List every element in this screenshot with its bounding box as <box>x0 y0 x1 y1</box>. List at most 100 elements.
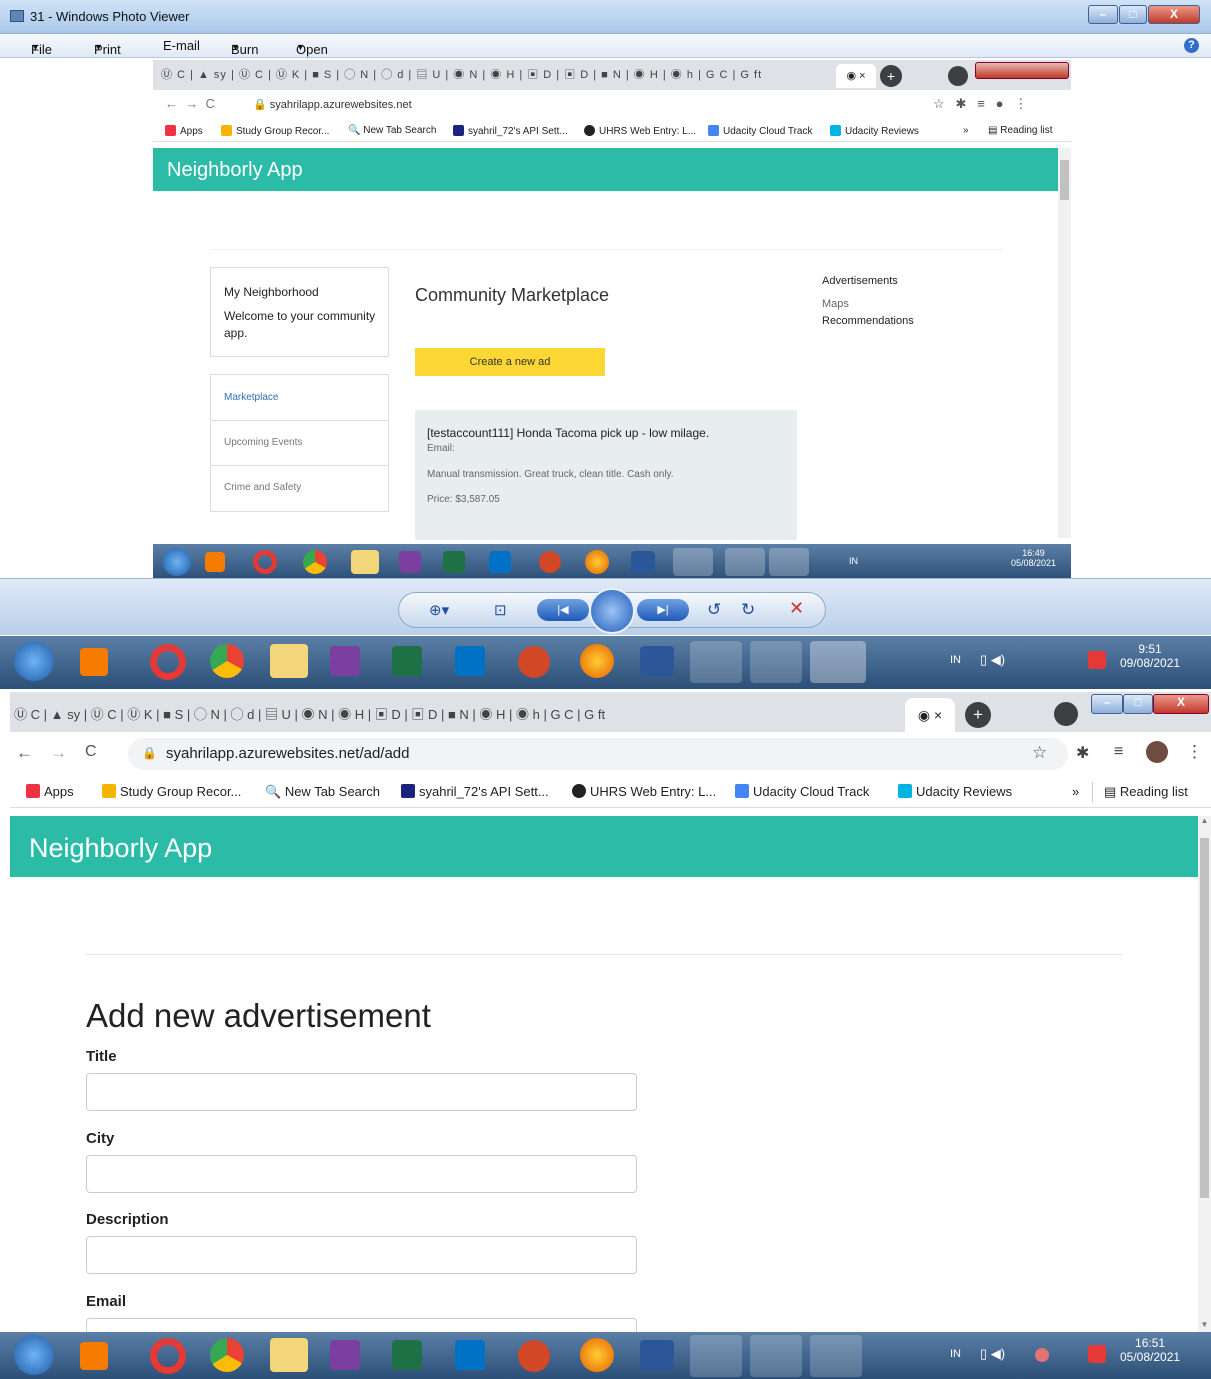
close-button[interactable]: X <box>1148 5 1200 24</box>
delete-icon[interactable]: ✕ <box>789 598 804 619</box>
address-bar[interactable]: 🔒 syahrilapp.azurewebsites.net/ad/add ☆ <box>128 738 1068 770</box>
taskbar-outlook-icon[interactable] <box>455 646 485 676</box>
taskbar-tray-icons[interactable]: ▯ ◀) <box>980 1346 1005 1362</box>
taskbar-opera-icon[interactable] <box>150 644 186 680</box>
back-icon[interactable]: ← <box>16 743 33 763</box>
embedded-outlook-icon <box>489 551 511 573</box>
bookmark-star-icon[interactable]: ☆ <box>1032 743 1047 763</box>
bookmark-study-group[interactable]: Study Group Recor... <box>102 784 241 799</box>
taskbar-powerpoint-icon[interactable] <box>518 1340 550 1372</box>
browser-minimize-button[interactable]: – <box>1091 694 1123 714</box>
bookmark-apps[interactable]: Apps <box>26 784 74 799</box>
taskbar-firefox-icon[interactable] <box>580 644 614 678</box>
taskbar-vscode-icon[interactable] <box>810 1335 862 1377</box>
city-input[interactable] <box>86 1155 637 1193</box>
actual-size-icon[interactable]: ⊡ <box>494 601 507 619</box>
email-input[interactable] <box>86 1318 637 1332</box>
taskbar-onenote-icon[interactable] <box>330 646 360 676</box>
forward-icon[interactable]: → <box>50 743 67 763</box>
taskbar-word-icon[interactable] <box>640 646 674 676</box>
bookmark-new-tab-search[interactable]: 🔍 New Tab Search <box>265 784 380 800</box>
taskbar-app-icon-1[interactable] <box>80 1342 108 1370</box>
taskbar-excel-icon[interactable] <box>392 1340 422 1370</box>
taskbar-powerpoint-icon[interactable] <box>518 646 550 678</box>
title-input[interactable] <box>86 1073 637 1111</box>
page-scrollbar[interactable]: ▲ ▼ <box>1198 816 1211 1332</box>
start-button[interactable] <box>14 1335 54 1375</box>
description-input[interactable] <box>86 1236 637 1274</box>
profile-icon[interactable] <box>1054 702 1078 726</box>
taskbar-outlook-icon[interactable] <box>455 1340 485 1370</box>
taskbar-chrome-icon[interactable] <box>210 1338 244 1372</box>
taskbar-chrome-icon[interactable] <box>210 644 244 678</box>
taskbar-app-icon-1[interactable] <box>80 648 108 676</box>
taskbar-notification-icon[interactable] <box>1035 1348 1049 1362</box>
minimize-button[interactable]: – <box>1088 5 1118 24</box>
embedded-listing-email: Email: <box>427 443 455 454</box>
menu-email[interactable]: E-mail <box>163 38 200 53</box>
browser-close-button[interactable]: X <box>1153 694 1209 714</box>
taskbar-clock[interactable]: 9:51 09/08/2021 <box>1120 642 1180 670</box>
taskbar-lang[interactable]: IN <box>950 1348 961 1360</box>
bookmark-api-settings[interactable]: syahril_72's API Sett... <box>401 784 549 799</box>
active-tab[interactable]: ◉ × <box>905 698 955 732</box>
browser-maximize-button[interactable]: □ <box>1123 694 1153 714</box>
bookmark-uhrs[interactable]: UHRS Web Entry: L... <box>572 784 716 799</box>
embedded-tabstrip: Ⓤ C | ▲ sy | Ⓤ C | Ⓤ K | ■ S | ◯ N | ◯ d… <box>153 60 1071 90</box>
photo-viewer-control-pill: ⊕▾ ⊡ |◀ ▶| ↺ ↻ ✕ <box>398 588 826 634</box>
taskbar-photo-viewer-icon[interactable] <box>810 641 866 683</box>
bookmarks-overflow[interactable]: » <box>1072 784 1079 799</box>
embedded-bookmarks: Apps Study Group Recor... 🔍 New Tab Sear… <box>153 118 1071 142</box>
taskbar-folder-icon[interactable] <box>270 1338 308 1372</box>
embedded-app-title: Neighborly App <box>167 159 303 181</box>
embedded-vscode-icon <box>769 548 809 576</box>
embedded-listing-description: Manual transmission. Great truck, clean … <box>427 469 674 480</box>
embedded-clock: 16:49 05/08/2021 <box>1011 548 1057 568</box>
help-icon[interactable]: ? <box>1184 38 1199 53</box>
taskbar-firefox-icon[interactable] <box>580 1338 614 1372</box>
reading-mode-icon[interactable]: ≡ <box>1114 743 1123 761</box>
previous-button[interactable]: |◀ <box>537 599 589 621</box>
taskbar-tray-icons[interactable]: ▯ ◀) <box>980 652 1005 668</box>
taskbar-antivirus-icon[interactable] <box>1088 1345 1106 1363</box>
embedded-new-tab-icon: + <box>880 65 902 87</box>
photo-viewer-title: 31 - Windows Photo Viewer <box>30 9 190 24</box>
rotate-right-icon[interactable]: ↻ <box>741 600 755 620</box>
taskbar-opera-icon[interactable] <box>150 1338 186 1374</box>
taskbar-excel-icon[interactable] <box>392 646 422 676</box>
taskbar-paint-icon[interactable] <box>750 641 802 683</box>
taskbar-paint-icon[interactable] <box>750 1335 802 1377</box>
extensions-icon[interactable]: ✱ <box>1076 743 1089 763</box>
reading-list[interactable]: ▤ Reading list <box>1104 784 1188 800</box>
taskbar-lang[interactable]: IN <box>950 654 961 666</box>
taskbar-vscode-icon[interactable] <box>690 641 742 683</box>
new-tab-icon[interactable]: + <box>965 702 991 728</box>
bookmark-udacity-reviews[interactable]: Udacity Reviews <box>898 784 1012 799</box>
photo-viewer-icon <box>10 10 24 22</box>
taskbar-clock[interactable]: 16:51 05/08/2021 <box>1120 1336 1180 1364</box>
embedded-main-title: Community Marketplace <box>415 285 610 305</box>
tab-close-icon[interactable]: × <box>934 707 942 723</box>
app-title[interactable]: Neighborly App <box>29 833 212 864</box>
next-button[interactable]: ▶| <box>637 599 689 621</box>
browser-tabs[interactable]: Ⓤ C | ▲ sy | Ⓤ C | Ⓤ K | ■ S | ◯ N | ◯ d… <box>14 704 904 724</box>
taskbar-folder-icon[interactable] <box>270 644 308 678</box>
menu-kebab-icon[interactable]: ⋮ <box>1186 742 1203 762</box>
taskbar-onenote-icon[interactable] <box>330 1340 360 1370</box>
maximize-button[interactable]: □ <box>1119 5 1147 24</box>
embedded-window-controls <box>975 62 1069 79</box>
taskbar-settings-icon[interactable] <box>690 1335 742 1377</box>
city-label: City <box>86 1130 115 1147</box>
taskbar-word-icon[interactable] <box>640 1340 674 1370</box>
rotate-left-icon[interactable]: ↺ <box>707 600 721 620</box>
reload-icon[interactable]: C <box>85 743 97 761</box>
avatar[interactable] <box>1146 741 1168 763</box>
taskbar-antivirus-icon[interactable] <box>1088 651 1106 669</box>
slideshow-button[interactable] <box>589 588 635 634</box>
bookmark-udacity-cloud[interactable]: Udacity Cloud Track <box>735 784 869 799</box>
embedded-bm-more: » <box>963 125 969 136</box>
start-button[interactable] <box>14 641 54 681</box>
embedded-bm-cloud: Udacity Cloud Track <box>708 125 812 137</box>
zoom-icon[interactable]: ⊕▾ <box>429 601 449 619</box>
photo-viewer-titlebar: 31 - Windows Photo Viewer – □ X <box>0 0 1211 34</box>
